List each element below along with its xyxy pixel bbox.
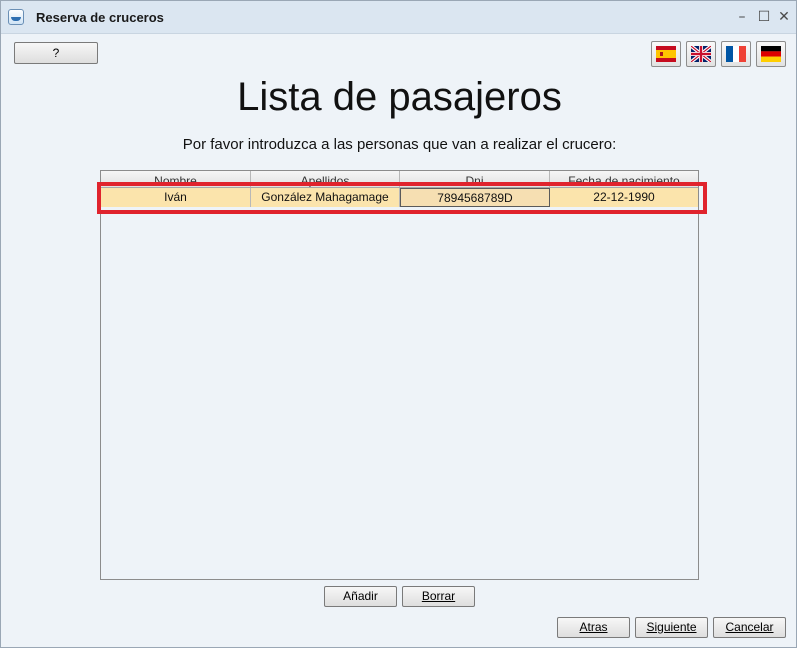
passenger-table[interactable]: Nombre Apellidos Dni Fecha de nacimiento… bbox=[100, 170, 699, 580]
back-button[interactable]: Atras bbox=[557, 617, 630, 638]
column-header-dni[interactable]: Dni bbox=[400, 171, 550, 187]
maximize-icon[interactable]: ☐ bbox=[754, 7, 774, 27]
france-flag-button[interactable] bbox=[721, 41, 751, 67]
cell-nombre[interactable]: Iván bbox=[101, 188, 251, 207]
table-row[interactable]: Iván González Mahagamage 7894568789D 22-… bbox=[101, 188, 698, 207]
table-header: Nombre Apellidos Dni Fecha de nacimiento bbox=[101, 171, 698, 188]
window-title: Reserva de cruceros bbox=[36, 10, 164, 25]
cell-dni[interactable]: 7894568789D bbox=[400, 188, 550, 207]
delete-button-label: Borrar bbox=[421, 589, 456, 603]
page-title: Lista de pasajeros bbox=[237, 75, 562, 119]
spain-flag-icon bbox=[656, 46, 676, 62]
add-button-label: Añadir bbox=[343, 589, 378, 603]
column-header-nombre[interactable]: Nombre bbox=[101, 171, 251, 187]
ship-app-icon bbox=[8, 9, 24, 25]
title-bar[interactable]: Reserva de cruceros – ☐ ✕ bbox=[1, 1, 796, 34]
column-header-fecha[interactable]: Fecha de nacimiento bbox=[550, 171, 698, 187]
add-button[interactable]: Añadir bbox=[324, 586, 397, 607]
delete-button[interactable]: Borrar bbox=[402, 586, 475, 607]
germany-flag-icon bbox=[761, 46, 781, 62]
minimize-icon[interactable]: – bbox=[732, 7, 752, 27]
back-button-label: Atras bbox=[579, 620, 608, 634]
instruction-text: Por favor introduzca a las personas que … bbox=[182, 136, 617, 153]
help-button[interactable]: ? bbox=[14, 42, 98, 64]
uk-flag-icon bbox=[691, 46, 711, 62]
spain-flag-button[interactable] bbox=[651, 41, 681, 67]
cancel-button[interactable]: Cancelar bbox=[713, 617, 786, 638]
germany-flag-button[interactable] bbox=[756, 41, 786, 67]
uk-flag-button[interactable] bbox=[686, 41, 716, 67]
next-button[interactable]: Siguiente bbox=[635, 617, 708, 638]
cancel-button-label: Cancelar bbox=[725, 620, 774, 634]
app-window: Reserva de cruceros – ☐ ✕ ? Lista de pas… bbox=[0, 0, 797, 648]
column-header-apellidos[interactable]: Apellidos bbox=[251, 171, 400, 187]
close-icon[interactable]: ✕ bbox=[774, 7, 794, 27]
cell-apellidos[interactable]: González Mahagamage bbox=[251, 188, 400, 207]
next-button-label: Siguiente bbox=[646, 620, 697, 634]
cell-fecha-nacimiento[interactable]: 22-12-1990 bbox=[550, 188, 698, 207]
france-flag-icon bbox=[726, 46, 746, 62]
